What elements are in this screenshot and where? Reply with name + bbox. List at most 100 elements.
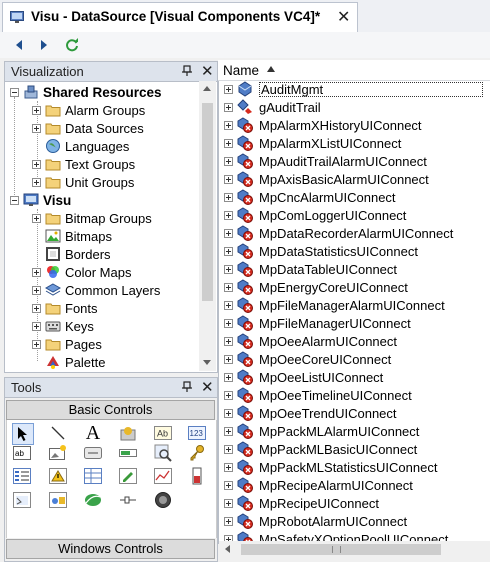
tree-item-bitmap-groups[interactable]: Bitmap Groups xyxy=(32,209,152,227)
expand-icon[interactable] xyxy=(224,426,233,436)
line-tool[interactable] xyxy=(48,423,68,443)
tree-item-common-layers[interactable]: Common Layers xyxy=(32,281,160,299)
list-row[interactable]: MpRobotAlarmUIConnect xyxy=(224,512,407,530)
list-row[interactable]: MpPackMLAlarmUIConnect xyxy=(224,422,419,440)
expand-icon[interactable] xyxy=(32,285,41,295)
expand-icon[interactable] xyxy=(32,321,41,331)
expand-icon[interactable] xyxy=(32,177,41,187)
expand-icon[interactable] xyxy=(224,390,233,400)
list-row[interactable]: gAuditTrail xyxy=(224,98,321,116)
html-tool[interactable] xyxy=(12,490,32,510)
ab-label-tool[interactable]: Ab xyxy=(153,423,173,443)
expand-icon[interactable] xyxy=(224,102,233,112)
list-row[interactable]: MpDataRecorderAlarmUIConnect xyxy=(224,224,453,242)
expand-icon[interactable] xyxy=(224,246,233,256)
list-row[interactable]: MpDataStatisticsUIConnect xyxy=(224,242,418,260)
expand-icon[interactable] xyxy=(224,444,233,454)
expand-icon[interactable] xyxy=(224,300,233,310)
tree-item-color-maps[interactable]: Color Maps xyxy=(32,263,131,281)
expand-icon[interactable] xyxy=(224,210,233,220)
list-row[interactable]: MpOeeListUIConnect xyxy=(224,368,383,386)
list-row[interactable]: MpEnergyCoreUIConnect xyxy=(224,278,408,296)
tree-item-bitmaps[interactable]: Bitmaps xyxy=(45,227,112,245)
button-tool[interactable] xyxy=(83,443,103,463)
tree-item-fonts[interactable]: Fonts xyxy=(32,299,98,317)
scrollbar-thumb[interactable] xyxy=(202,103,213,301)
text-box-tool[interactable]: ab xyxy=(12,443,32,463)
list-row[interactable]: MpOeeTrendUIConnect xyxy=(224,404,397,422)
collapse-icon[interactable] xyxy=(10,195,19,205)
trend-tool[interactable] xyxy=(153,466,173,486)
numeric-tool[interactable]: 123 xyxy=(187,423,207,443)
pointer-tool[interactable] xyxy=(12,423,34,445)
expand-icon[interactable] xyxy=(224,120,233,130)
expand-icon[interactable] xyxy=(32,267,41,277)
expand-icon[interactable] xyxy=(224,480,233,490)
list-row[interactable]: MpFileManagerAlarmUIConnect xyxy=(224,296,445,314)
back-button[interactable] xyxy=(10,36,28,54)
expand-icon[interactable] xyxy=(224,192,233,202)
close-tab-icon[interactable]: ✕ xyxy=(337,7,350,27)
expand-icon[interactable] xyxy=(224,462,233,472)
list-row[interactable]: MpDataTableUIConnect xyxy=(224,260,397,278)
expand-icon[interactable] xyxy=(32,303,41,313)
list-row[interactable]: MpAlarmXHistoryUIConnect xyxy=(224,116,422,134)
expand-icon[interactable] xyxy=(224,498,233,508)
connector-tool[interactable] xyxy=(118,490,138,510)
basic-controls-header[interactable]: Basic Controls xyxy=(6,400,215,420)
level-tool[interactable] xyxy=(187,466,207,486)
expand-icon[interactable] xyxy=(224,84,233,94)
list-row[interactable]: MpFileManagerUIConnect xyxy=(224,314,411,332)
expand-icon[interactable] xyxy=(224,336,233,346)
tree-item-pages[interactable]: Pages xyxy=(32,335,102,353)
edit-tool[interactable] xyxy=(118,466,138,486)
expand-icon[interactable] xyxy=(224,282,233,292)
list-row[interactable]: MpCncAlarmUIConnect xyxy=(224,188,396,206)
gauge-tool[interactable] xyxy=(153,490,173,510)
list-tool[interactable] xyxy=(12,466,32,486)
list-row[interactable]: MpRecipeAlarmUIConnect xyxy=(224,476,413,494)
expand-icon[interactable] xyxy=(224,408,233,418)
refresh-button[interactable] xyxy=(63,36,81,54)
list-row[interactable]: MpAlarmXListUIConnect xyxy=(224,134,401,152)
list-row[interactable]: MpAuditTrailAlarmUIConnect xyxy=(224,152,427,170)
list-row[interactable]: MpRecipeUIConnect xyxy=(224,494,379,512)
forward-button[interactable] xyxy=(35,36,53,54)
expand-icon[interactable] xyxy=(32,213,41,223)
list-row[interactable]: MpAxisBasicAlarmUIConnect xyxy=(224,170,429,188)
tree-item-borders[interactable]: Borders xyxy=(45,245,111,263)
browser-tool[interactable] xyxy=(48,490,68,510)
expand-icon[interactable] xyxy=(32,105,41,115)
expand-icon[interactable] xyxy=(224,174,233,184)
expand-icon[interactable] xyxy=(224,372,233,382)
tree-item-data-sources[interactable]: Data Sources xyxy=(32,119,144,137)
tree-item-unit-groups[interactable]: Unit Groups xyxy=(32,173,134,191)
expand-icon[interactable] xyxy=(32,159,41,169)
list-row[interactable]: MpOeeAlarmUIConnect xyxy=(224,332,397,350)
collapse-icon[interactable] xyxy=(10,87,19,97)
tree-item-alarm-groups[interactable]: Alarm Groups xyxy=(32,101,145,119)
tree-item-text-groups[interactable]: Text Groups xyxy=(32,155,135,173)
lookup-tool[interactable] xyxy=(153,443,173,463)
expand-icon[interactable] xyxy=(224,516,233,526)
sort-ascending-icon[interactable] xyxy=(267,66,275,72)
scrollbar-thumb[interactable] xyxy=(241,544,441,555)
list-row[interactable]: MpOeeCoreUIConnect xyxy=(224,350,391,368)
expand-icon[interactable] xyxy=(32,339,41,349)
shape-tool[interactable] xyxy=(118,423,138,443)
list-row[interactable]: MpPackMLBasicUIConnect xyxy=(224,440,417,458)
expand-icon[interactable] xyxy=(224,264,233,274)
document-tab[interactable]: Visu - DataSource [Visual Components VC4… xyxy=(2,2,358,32)
tree-item-languages[interactable]: Languages xyxy=(45,137,129,155)
image-tool[interactable] xyxy=(48,443,68,463)
windows-controls-header[interactable]: Windows Controls xyxy=(6,539,215,559)
key-tool[interactable] xyxy=(187,443,207,463)
table-tool[interactable] xyxy=(83,466,103,486)
tree-item-keys[interactable]: Keys xyxy=(32,317,94,335)
tree-item-palette[interactable]: Palette xyxy=(45,353,105,371)
expand-icon[interactable] xyxy=(224,318,233,328)
tree-node-visu[interactable]: Visu xyxy=(10,191,71,209)
expand-icon[interactable] xyxy=(224,228,233,238)
text-tool[interactable]: A xyxy=(83,422,103,444)
expand-icon[interactable] xyxy=(224,138,233,148)
